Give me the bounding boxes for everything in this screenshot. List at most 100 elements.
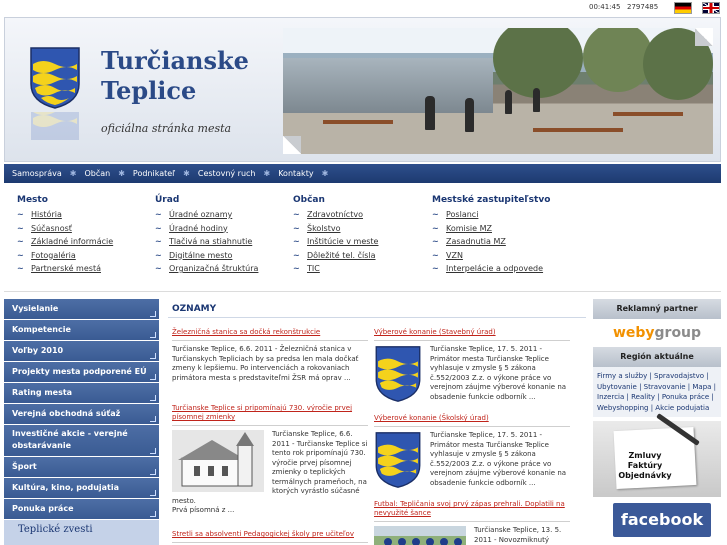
region-link-spravodajstvo[interactable]: Spravodajstvo	[654, 372, 704, 380]
site-title[interactable]: Turčianske Teplice	[101, 46, 249, 106]
site-title-line2: Teplice	[101, 76, 197, 105]
link-tlaciva[interactable]: Tlačivá na stiahnutie	[155, 235, 258, 249]
coat-of-arms-thumbnail[interactable]	[374, 345, 422, 403]
arrow-icon	[150, 490, 156, 496]
menu-sport[interactable]: Šport	[4, 457, 159, 478]
quick-links-panel: Mesto História Súčasnosť Základné inform…	[4, 187, 721, 292]
news-item: Futbal: Tepličania svoj prvý zápas prehr…	[374, 500, 570, 545]
nav-obcan[interactable]: Občan ✱	[84, 169, 132, 178]
visit-counter: 2797485	[627, 3, 659, 11]
site-title-line1: Turčianske	[101, 46, 249, 75]
webygroup-logo[interactable]: webygroup	[593, 319, 721, 347]
link-institucie[interactable]: Inštitúcie v meste	[293, 235, 378, 249]
nav-kontakty[interactable]: Kontakty ✱	[278, 169, 336, 178]
link-tic[interactable]: TIC	[293, 262, 378, 276]
region-link-reality[interactable]: Reality	[631, 393, 655, 401]
nav-separator-icon: ✱	[321, 169, 329, 178]
arrow-icon	[150, 374, 156, 380]
church-thumbnail[interactable]	[172, 430, 264, 492]
nav-separator-icon: ✱	[69, 169, 77, 178]
header-photo	[283, 28, 713, 154]
partner-heading: Reklamný partner	[593, 299, 721, 319]
link-organizacna-struktura[interactable]: Organizačná štruktúra	[155, 262, 258, 276]
news-item: Výberové konanie (Stavebný úrad) Turčian…	[374, 328, 570, 405]
coat-of-arms-thumbnail[interactable]	[374, 431, 422, 489]
menu-volby-2010[interactable]: Voľby 2010	[4, 341, 159, 362]
region-link-ponuka-prace[interactable]: Ponuka práce	[662, 393, 709, 401]
link-fotogaleria[interactable]: Fotogaléria	[17, 249, 113, 263]
menu-kompetencie[interactable]: Kompetencie	[4, 320, 159, 341]
nav-separator-icon: ✱	[263, 169, 271, 178]
menu-rating-mesta[interactable]: Rating mesta	[4, 383, 159, 404]
news-body: Turčianske Teplice, 6.6. 2011 - Železnič…	[172, 345, 359, 382]
region-heading: Región aktuálne	[593, 347, 721, 367]
link-digitalne-mesto[interactable]: Digitálne mesto	[155, 249, 258, 263]
news-item: Turčianske Teplice si pripomínajú 730. v…	[172, 404, 368, 516]
news-title[interactable]: Stretli sa absolventi Pedagogickej školy…	[172, 530, 368, 543]
region-links: Firmy a služby | Spravodajstvo | Ubytova…	[593, 367, 721, 417]
link-sucasnost[interactable]: Súčasnosť	[17, 222, 113, 236]
arrow-icon	[150, 448, 156, 454]
link-skolstvo[interactable]: Školstvo	[293, 222, 378, 236]
link-uradne-oznamy[interactable]: Úradné oznamy	[155, 208, 258, 222]
news-title[interactable]: Železničná stanica sa dočká rekonštrukci…	[172, 328, 368, 341]
news-item: Železničná stanica sa dočká rekonštrukci…	[172, 328, 368, 383]
news-title[interactable]: Výberové konanie (Školský úrad)	[374, 414, 570, 427]
region-link-stravovanie[interactable]: Stravovanie	[644, 383, 686, 391]
nav-samosprava[interactable]: Samospráva ✱	[12, 169, 84, 178]
clock: 00:41:45	[589, 3, 621, 11]
menu-investicne-akcie[interactable]: Investičné akcie - verejné obstarávanie	[4, 425, 159, 457]
main-navigation: Samospráva ✱ Občan ✱ Podnikateľ ✱ Cestovný …	[4, 164, 721, 183]
news-title[interactable]: Turčianske Teplice si pripomínajú 730. v…	[172, 404, 368, 426]
nav-cestovny-ruch[interactable]: Cestovný ruch ✱	[198, 169, 278, 178]
region-link-mapa[interactable]: Mapa	[692, 383, 711, 391]
link-komisie[interactable]: Komisie MZ	[432, 222, 550, 236]
column-heading: Občan	[293, 195, 325, 205]
menu-vysielanie[interactable]: Vysielanie	[4, 299, 159, 320]
news-title[interactable]: Futbal: Tepličania svoj prvý zápas prehr…	[374, 500, 570, 522]
region-link-ubytovanie[interactable]: Ubytovanie	[597, 383, 637, 391]
german-flag-icon[interactable]	[674, 2, 692, 14]
link-dolezite-cisla[interactable]: Dôležité tel. čísla	[293, 249, 378, 263]
link-zasadnutia[interactable]: Zasadnutia MZ	[432, 235, 550, 249]
menu-projekty-eu[interactable]: Projekty mesta podporené EÚ	[4, 362, 159, 383]
column-heading: Úrad	[155, 195, 180, 205]
news-body-more: Prvá písomná z ...	[172, 506, 235, 514]
facebook-button[interactable]: facebook	[613, 503, 711, 537]
region-link-firmy[interactable]: Firmy a služby	[597, 372, 647, 380]
arrow-icon	[150, 311, 156, 317]
teplicke-zvesti-banner[interactable]: Teplické zvesti	[4, 520, 159, 542]
column-heading: Mestské zastupiteľstvo	[432, 195, 551, 205]
link-uradne-hodiny[interactable]: Úradné hodiny	[155, 222, 258, 236]
link-historia[interactable]: História	[17, 208, 113, 222]
news-item: Výberové konanie (Školský úrad) Turčians…	[374, 414, 570, 491]
link-poslanci[interactable]: Poslanci	[432, 208, 550, 222]
menu-ponuka-prace[interactable]: Ponuka práce	[4, 499, 159, 520]
link-partnerske-mesta[interactable]: Partnerské mestá	[17, 262, 113, 276]
region-link-inzercia[interactable]: Inzercia	[597, 393, 624, 401]
nav-separator-icon: ✱	[118, 169, 125, 178]
links-column-zastupitelstvo: Mestské zastupiteľstvo Poslanci Komisie …	[432, 195, 550, 276]
english-flag-icon[interactable]	[702, 2, 720, 14]
menu-verejna-sutaz[interactable]: Verejná obchodná súťaž	[4, 404, 159, 425]
site-subtitle: oficiálna stránka mesta	[101, 122, 232, 135]
link-vzn[interactable]: VZN	[432, 249, 550, 263]
arrow-icon	[150, 416, 156, 422]
column-heading: Mesto	[17, 195, 48, 205]
region-link-akcie[interactable]: Akcie podujatia	[655, 404, 709, 412]
links-column-obcan: Občan Zdravotníctvo Školstvo Inštitúcie …	[293, 195, 378, 276]
arrow-icon	[150, 332, 156, 338]
menu-kultura[interactable]: Kultúra, kino, podujatia	[4, 478, 159, 499]
link-zdravotnictvo[interactable]: Zdravotníctvo	[293, 208, 378, 222]
link-zakladne-informacie[interactable]: Základné informácie	[17, 235, 113, 249]
arrow-icon	[150, 395, 156, 401]
nav-podnikatel[interactable]: Podnikateľ ✱	[133, 169, 198, 178]
zmluvy-faktury-banner[interactable]: Zmluvy Faktúry Objednávky	[593, 413, 721, 497]
football-team-thumbnail[interactable]	[374, 526, 466, 545]
news-title[interactable]: Výberové konanie (Stavebný úrad)	[374, 328, 570, 341]
coat-of-arms-logo[interactable]	[29, 46, 81, 110]
region-link-webyshopping[interactable]: Webyshopping	[597, 404, 648, 412]
links-column-urad: Úrad Úradné oznamy Úradné hodiny Tlačivá…	[155, 195, 258, 276]
top-bar: 00:41:45 2797485	[0, 0, 727, 16]
link-interpelacie[interactable]: Interpelácie a odpovede	[432, 262, 550, 276]
